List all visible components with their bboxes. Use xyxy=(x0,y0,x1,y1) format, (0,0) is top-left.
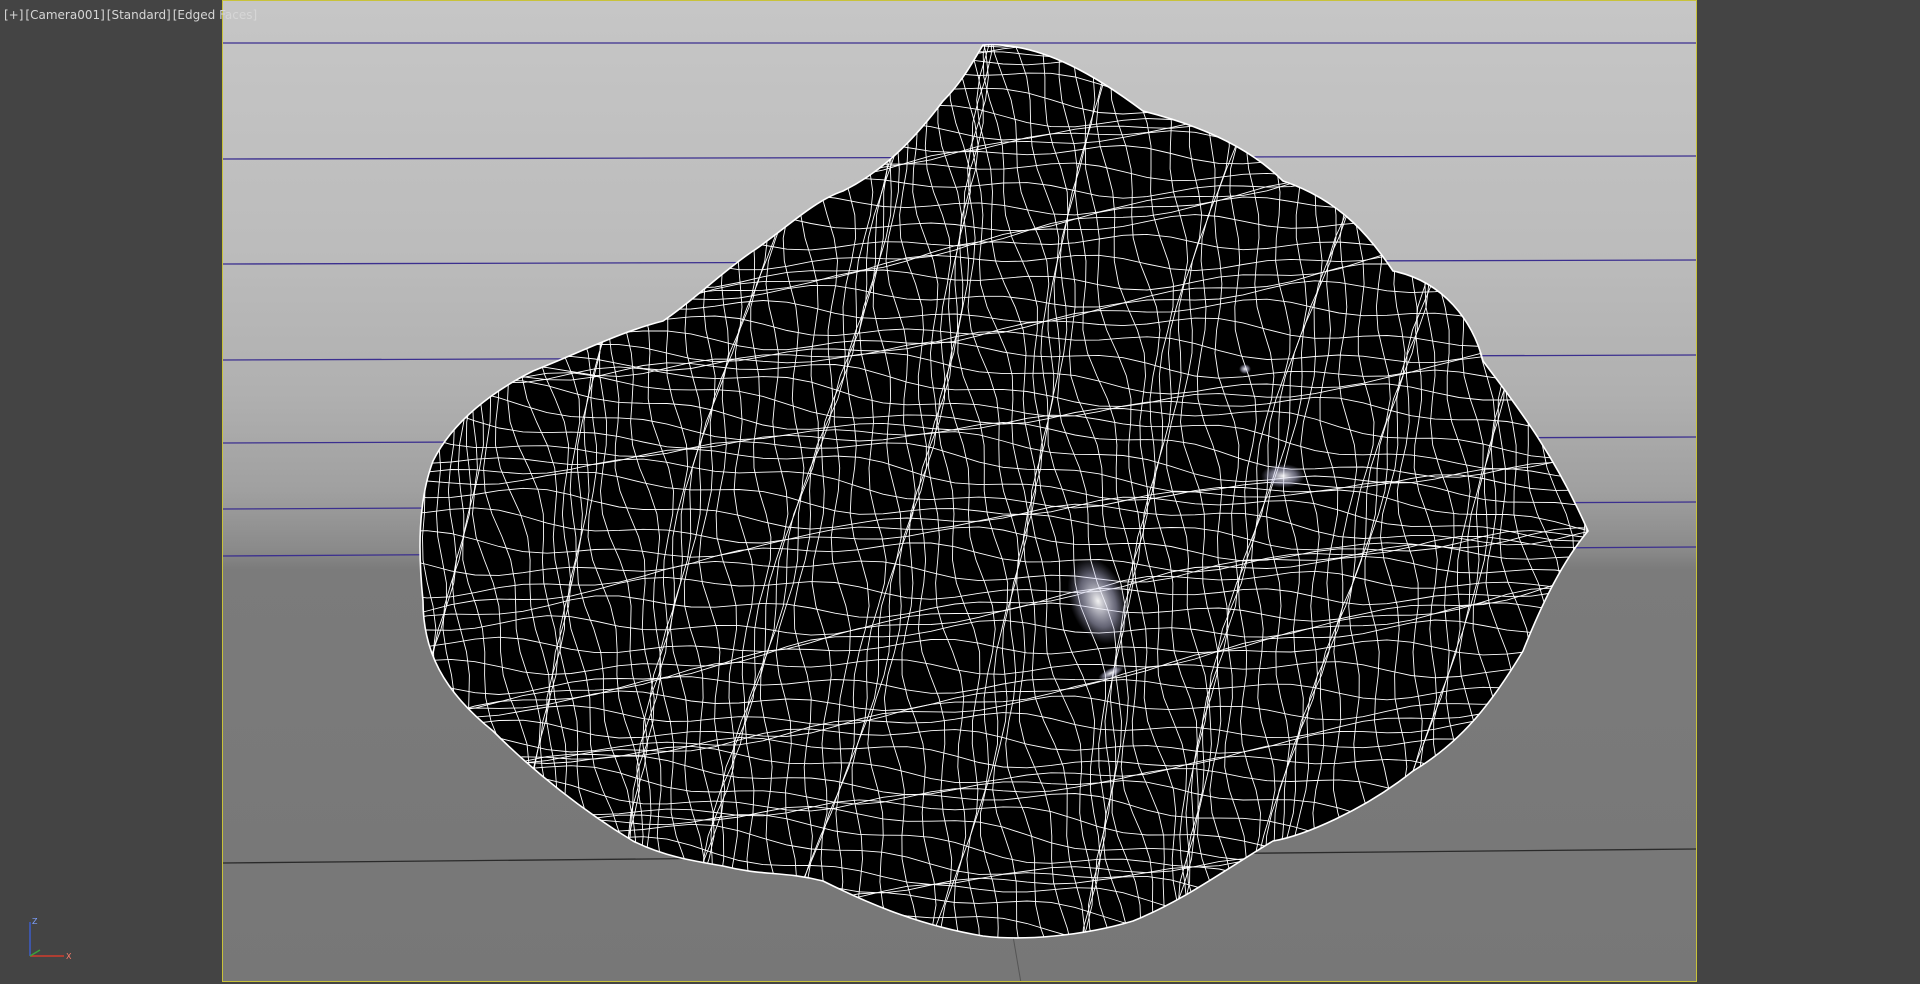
viewport-scene[interactable] xyxy=(223,1,1697,982)
mesh-edge xyxy=(420,44,423,938)
viewport-shading-menu[interactable]: [Standard] xyxy=(107,8,171,22)
rock-mesh[interactable] xyxy=(383,1,1653,969)
viewport-point-of-view-menu[interactable]: [Camera001] xyxy=(25,8,104,22)
viewport-plus-menu[interactable]: [+] xyxy=(4,8,23,22)
ground-line xyxy=(1012,935,1022,981)
axis-x-label: X xyxy=(66,952,72,961)
camera-viewport[interactable]: [+][Camera001][Standard][Edged Faces] xyxy=(0,0,1920,984)
viewport-label-menu: [+] [Camera001] [Standard] [Edged Faces] xyxy=(4,8,259,22)
camera-safe-frame xyxy=(222,0,1697,982)
axis-tripod-icon: Z X xyxy=(29,917,72,961)
axis-z-label: Z xyxy=(32,917,38,926)
viewport-display-mode-menu[interactable]: [Edged Faces] xyxy=(173,8,257,22)
